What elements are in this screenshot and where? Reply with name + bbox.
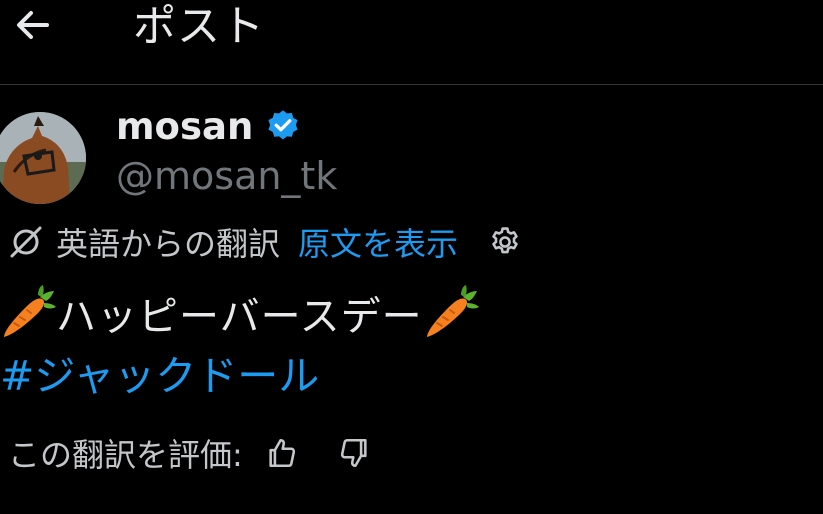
post-body-text: ハッピーバースデー <box>56 294 423 340</box>
avatar-image <box>0 112 86 204</box>
translation-source-label: 英語からの翻訳 <box>56 225 281 263</box>
rate-translation-row: この翻訳を評価: <box>8 428 371 478</box>
page-title: ポスト <box>133 2 265 52</box>
show-original-link[interactable]: 原文を表示 <box>298 219 458 265</box>
post-text-line: ハッピーバースデー <box>0 283 479 343</box>
hashtag-link[interactable]: #ジャックドール <box>0 348 319 404</box>
carrot-emoji-icon <box>423 285 479 341</box>
thumbs-up-icon[interactable] <box>265 436 299 470</box>
username-handle[interactable]: @mosan_tk <box>116 151 337 201</box>
gear-icon[interactable] <box>488 225 522 259</box>
translate-icon <box>8 224 44 260</box>
carrot-emoji-icon <box>0 285 56 341</box>
top-bar: ポスト <box>0 0 823 85</box>
author-name-row[interactable]: mosan <box>116 101 301 151</box>
verified-badge-icon <box>265 108 301 144</box>
translation-bar: 英語からの翻訳 原文を表示 <box>8 219 522 265</box>
rate-translation-label: この翻訳を評価: <box>8 436 243 474</box>
avatar[interactable] <box>0 112 86 204</box>
arrow-left-icon <box>13 5 53 45</box>
post-detail-screen: ポスト mosan @mosan_tk 英語からの翻訳 原文を表示 ハッピーバー… <box>0 0 823 514</box>
thumbs-down-icon[interactable] <box>337 436 371 470</box>
display-name[interactable]: mosan <box>116 105 253 148</box>
back-button[interactable] <box>10 4 56 46</box>
